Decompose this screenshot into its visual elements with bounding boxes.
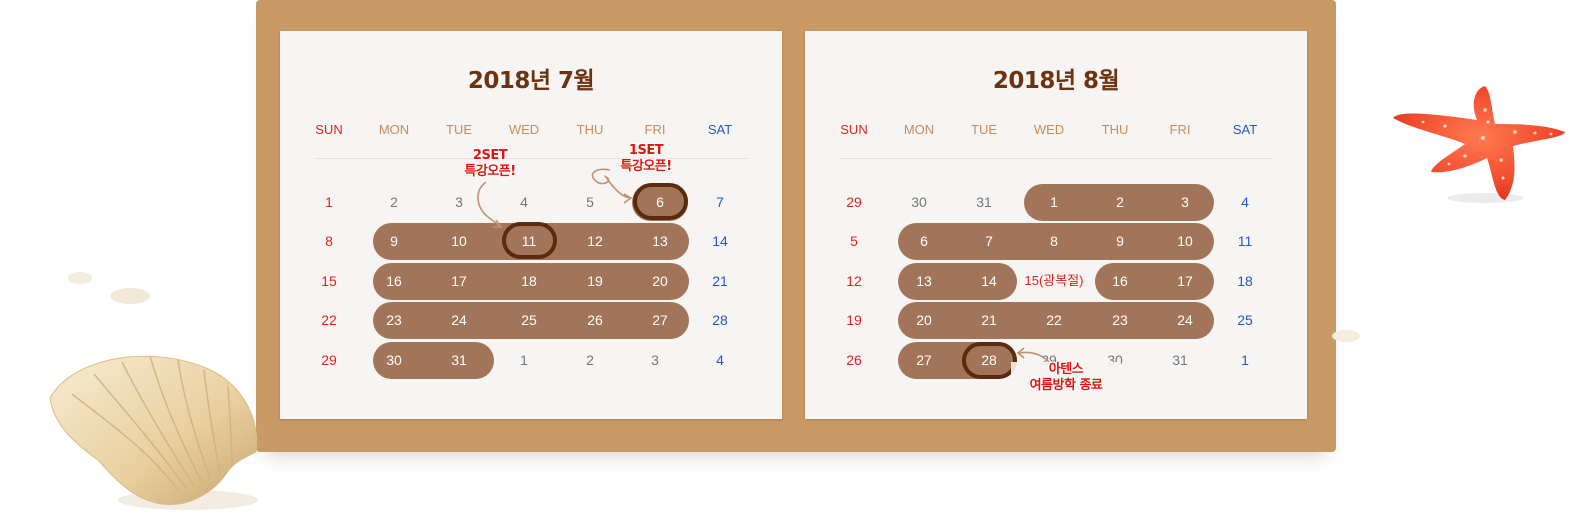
annotation-arrows xyxy=(1016,347,1050,363)
pebble-decoration xyxy=(1332,330,1360,342)
seashell-icon xyxy=(49,355,258,510)
starfish-icon xyxy=(1393,86,1565,203)
calendar-august: 2018년 8월 SUN MON TUE WED THU FRI SAT 29 … xyxy=(805,31,1307,419)
pebble-decoration xyxy=(68,272,150,304)
calendar-july: 2018년 7월 SUN MON TUE WED THU FRI SAT 1 2… xyxy=(280,31,782,419)
annotation-arrows xyxy=(477,168,633,228)
